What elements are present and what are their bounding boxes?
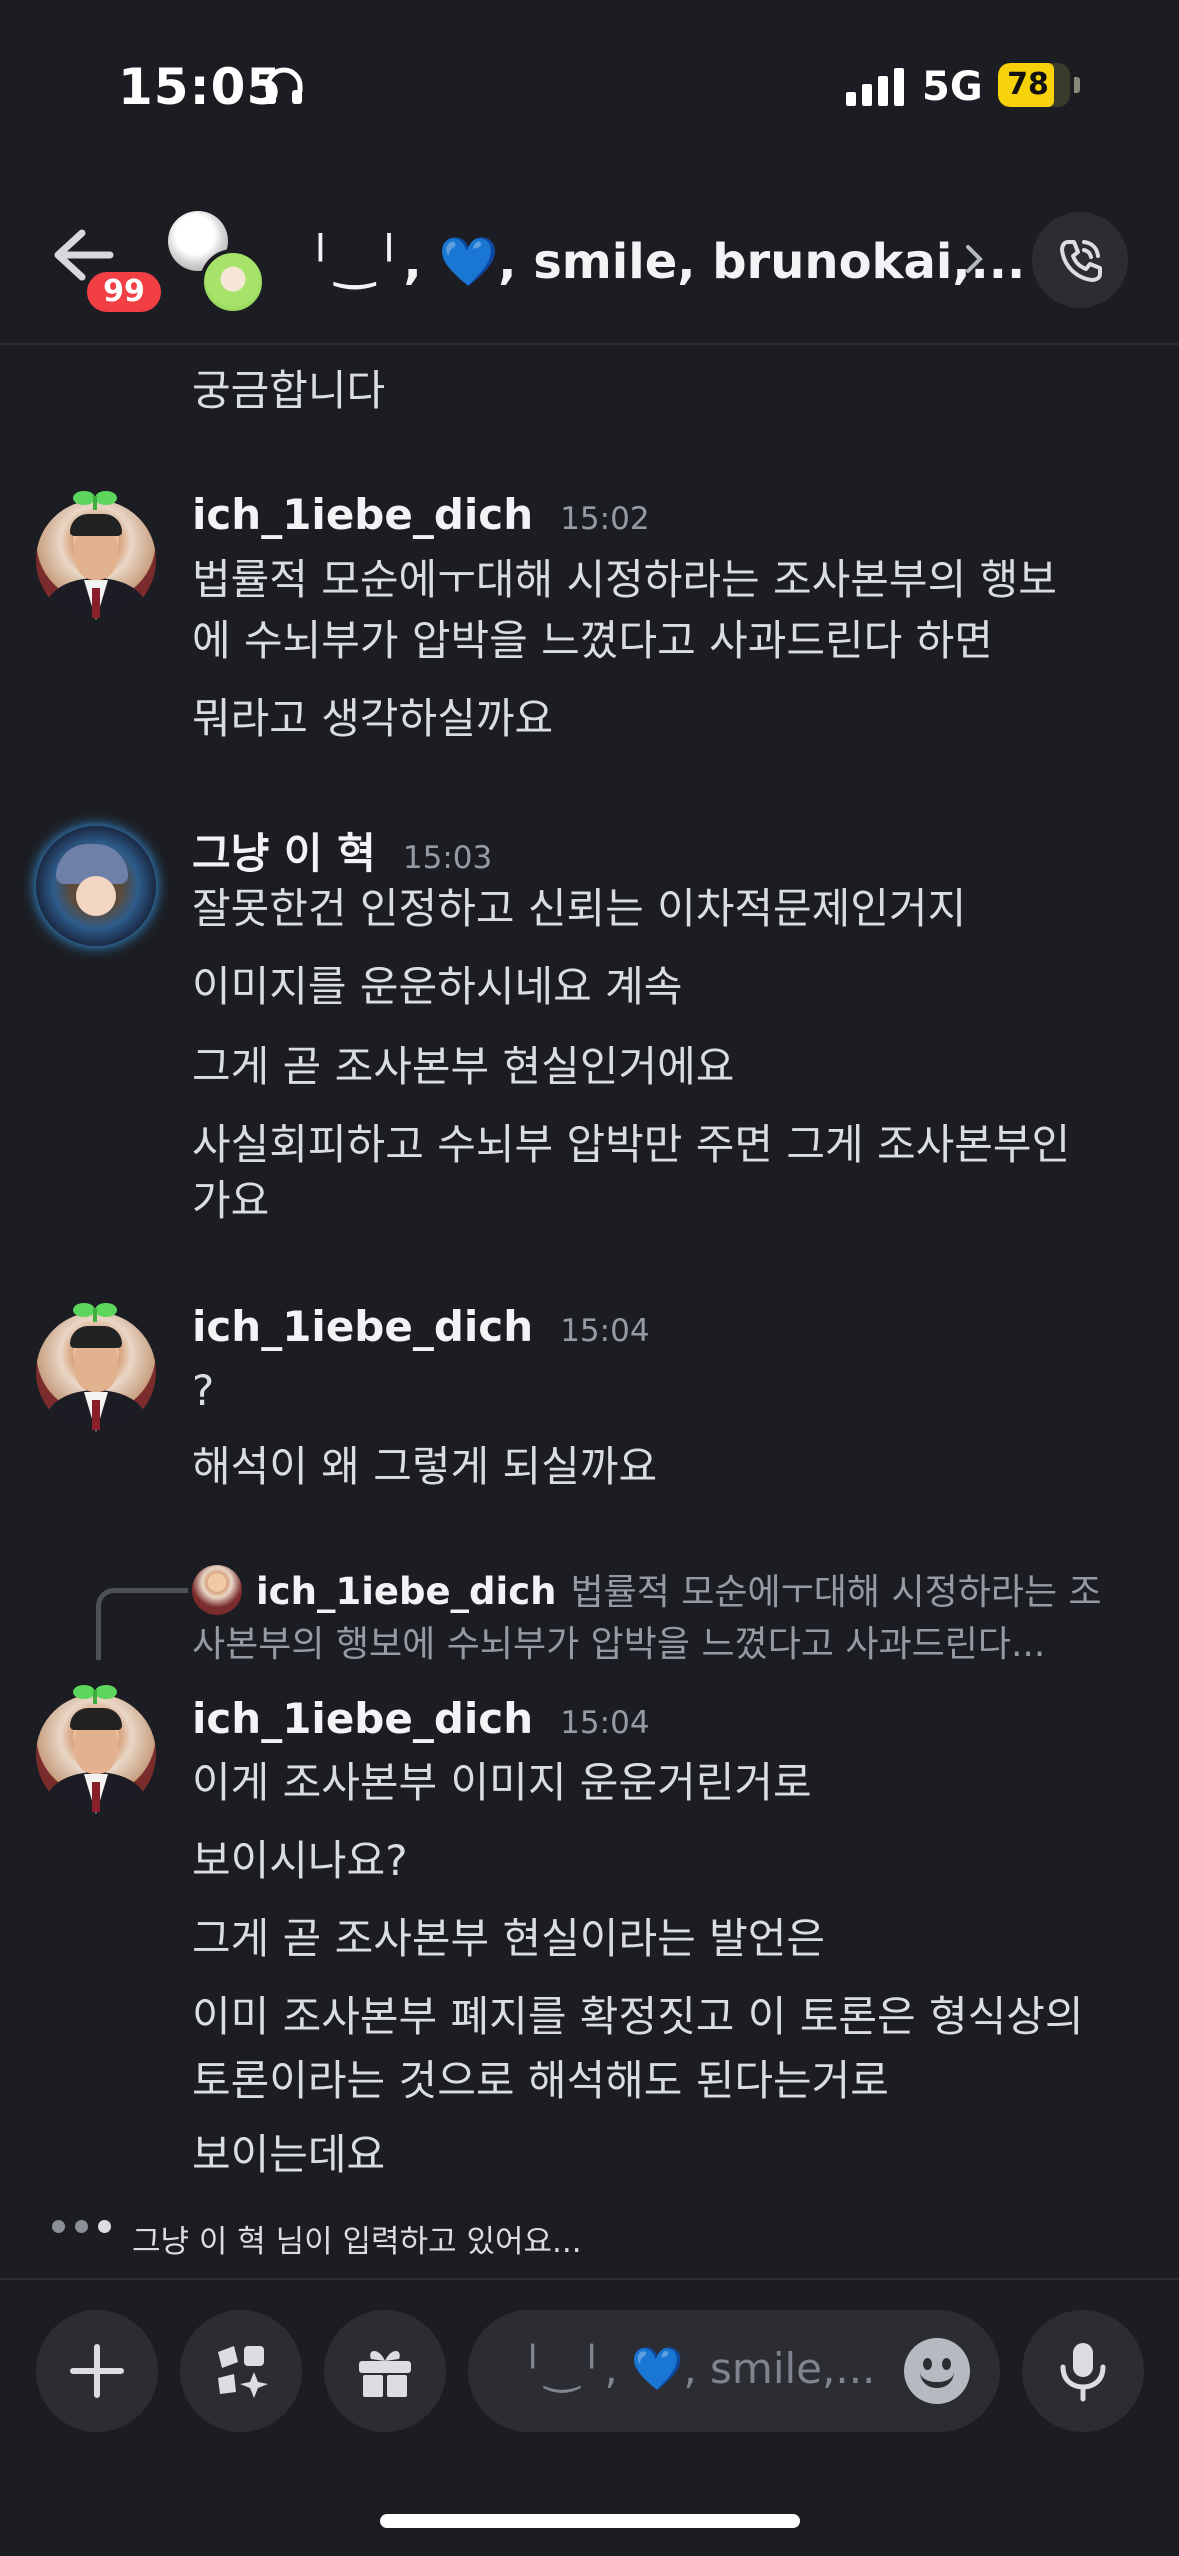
username[interactable]: ich_1iebe_dich: [192, 1302, 533, 1351]
username[interactable]: 그냥 이 혁: [192, 829, 376, 878]
group-avatar-2: [200, 249, 266, 315]
timestamp: 15:04: [560, 1705, 650, 1741]
message-text: 잘못한건 인정하고 신뢰는 이차적문제인거지: [192, 884, 967, 933]
plus-icon: [70, 2344, 124, 2398]
sprout-decoration-icon: [73, 1303, 117, 1322]
message-text: 그게 곧 조사본부 현실이라는 발언은: [192, 1914, 826, 1963]
phone-call-icon: [1060, 240, 1102, 282]
typing-indicator: 그냥 이 혁 님이 입력하고 있어요...: [132, 2224, 582, 2260]
message-text: 보이시나요?: [192, 1836, 408, 1885]
headphones-icon: [265, 67, 303, 104]
message-text: 이미 조사본부 폐지를 확정짓고 이 토론은 형식상의: [192, 1992, 1084, 2041]
message-text: 에 수뇌부가 압박을 느꼈다고 사과드린다 하면: [192, 616, 993, 665]
home-indicator[interactable]: [380, 2514, 800, 2528]
unread-badge: 99: [82, 267, 166, 317]
avatar[interactable]: [36, 500, 156, 620]
timestamp: 15:03: [402, 840, 493, 876]
reply-connector: [96, 1588, 188, 1660]
battery-percent: 78: [1007, 67, 1049, 102]
message-text: 이미지를 운운하시네요 계속: [192, 962, 683, 1011]
call-button[interactable]: [1032, 212, 1128, 308]
reply-username: ich_1iebe_dich: [256, 1570, 557, 1613]
reply-text: 법률적 모순에ㅜ대해 시정하라는 조: [570, 1572, 1102, 1613]
gift-icon: [359, 2351, 411, 2397]
apps-button[interactable]: [180, 2310, 302, 2432]
message-text: 해석이 왜 그렇게 되실까요: [192, 1442, 658, 1491]
voice-message-button[interactable]: [1022, 2310, 1144, 2432]
message-text: 이게 조사본부 이미지 운운거린거로: [192, 1758, 812, 1807]
network-type: 5G: [922, 64, 983, 110]
chevron-right-icon[interactable]: [962, 241, 986, 277]
status-bar: 15:05 5G 78: [0, 0, 1179, 175]
message-text: 가요: [192, 1176, 270, 1225]
signal-icon: [846, 68, 904, 106]
emoji-icon[interactable]: [904, 2338, 970, 2404]
chat-header: 99 ╵‿╵, 💙, smile, brunokai,...: [0, 175, 1179, 345]
message-text: 뭐라고 생각하실까요: [192, 694, 554, 743]
username[interactable]: ich_1iebe_dich: [192, 490, 533, 539]
avatar[interactable]: [36, 1694, 156, 1814]
avatar[interactable]: [36, 826, 156, 946]
message-text: 법률적 모순에ㅜ대해 시정하라는 조사본부의 행보: [192, 555, 1057, 604]
reply-avatar: [192, 1565, 242, 1615]
message-text: 궁금합니다: [192, 366, 386, 415]
message-text: 토론이라는 것으로 해석해도 된다는거로: [192, 2056, 889, 2105]
message-header: 그냥 이 혁 15:03: [192, 820, 492, 881]
reply-text: 사본부의 행보에 수뇌부가 압박을 느꼈다고 사과드린다...: [192, 1624, 1046, 1665]
message-text: 사실회피하고 수뇌부 압박만 주면 그게 조사본부인: [192, 1120, 1071, 1169]
message-input[interactable]: ╵‿╵, 💙, smile,...: [468, 2310, 1000, 2432]
timestamp: 15:02: [560, 501, 650, 537]
username[interactable]: ich_1iebe_dich: [192, 1694, 533, 1743]
message-text: ?: [192, 1366, 215, 1415]
microphone-icon: [1060, 2343, 1106, 2402]
apps-icon: [218, 2346, 268, 2398]
message-input-placeholder: ╵‿╵, 💙, smile,...: [520, 2344, 876, 2393]
battery-icon: 78: [998, 63, 1070, 107]
message-header: ich_1iebe_dich 15:04: [192, 1694, 650, 1743]
typing-dots-icon: [52, 2220, 111, 2233]
timestamp: 15:04: [560, 1313, 650, 1349]
message-header: ich_1iebe_dich 15:04: [192, 1302, 650, 1351]
reply-preview[interactable]: ich_1iebe_dich 법률적 모순에ㅜ대해 시정하라는 조 사본부의 행보…: [192, 1565, 1122, 1671]
message-text: 보이는데요: [192, 2130, 386, 2179]
avatar[interactable]: [36, 1312, 156, 1432]
battery-cap: [1074, 77, 1080, 93]
group-avatar[interactable]: [164, 211, 274, 321]
message-text: 그게 곧 조사본부 현실인거에요: [192, 1042, 735, 1091]
message-header: ich_1iebe_dich 15:02: [192, 490, 650, 539]
sprout-decoration-icon: [73, 1685, 117, 1704]
sprout-decoration-icon: [73, 491, 117, 510]
gift-button[interactable]: [324, 2310, 446, 2432]
group-title[interactable]: ╵‿╵, 💙, smile, brunokai,...: [306, 233, 1025, 290]
add-attachment-button[interactable]: [36, 2310, 158, 2432]
status-time: 15:05: [118, 58, 283, 116]
